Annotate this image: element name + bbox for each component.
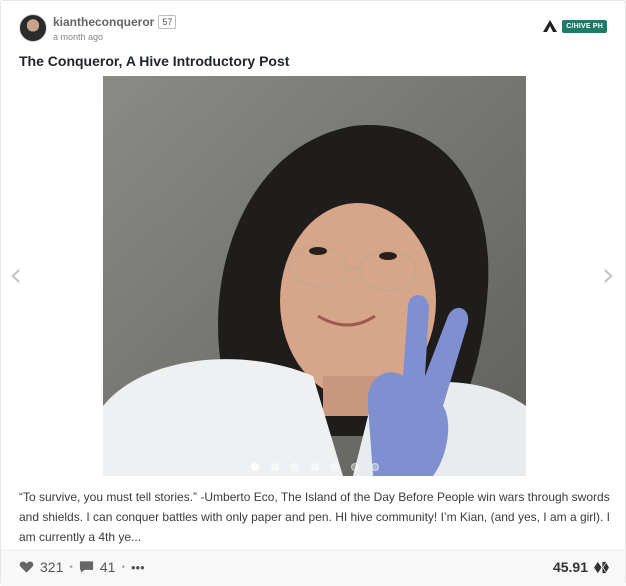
payout-value[interactable]: 45.91 [553, 559, 588, 575]
payout[interactable]: 45.91 [553, 559, 609, 575]
carousel-dot[interactable] [291, 463, 299, 471]
post-image[interactable] [103, 76, 526, 476]
community-tag[interactable]: C/HIVE PH [542, 19, 607, 33]
post-title[interactable]: The Conqueror, A Hive Introductory Post [19, 53, 289, 69]
carousel-dots [251, 463, 379, 471]
carousel-dot[interactable] [251, 463, 259, 471]
comment-count[interactable]: 41 [100, 559, 116, 575]
avatar[interactable] [19, 14, 47, 42]
reputation-badge: 57 [158, 15, 177, 29]
post-stats: 321 • 41 • ••• [19, 559, 145, 575]
chevron-right-icon[interactable]: › [601, 258, 615, 292]
heart-icon[interactable] [19, 560, 34, 574]
carousel-dot[interactable] [271, 463, 279, 471]
author-block: kiantheconqueror 57 a month ago [53, 13, 177, 42]
post-excerpt[interactable]: “To survive, you must tell stories.” -Um… [19, 487, 611, 547]
community-badge[interactable]: C/HIVE PH [562, 19, 607, 33]
post-header: kiantheconqueror 57 a month ago C/HIVE PH [19, 13, 607, 43]
carousel-dot[interactable] [311, 463, 319, 471]
community-logo-icon [543, 20, 558, 32]
chevron-left-icon[interactable]: ‹ [9, 258, 23, 292]
carousel-dot[interactable] [331, 463, 339, 471]
carousel-dot[interactable] [351, 463, 359, 471]
post-timestamp[interactable]: a month ago [53, 32, 176, 42]
post-card: kiantheconqueror 57 a month ago C/HIVE PH… [0, 0, 626, 586]
separator-dot: • [69, 561, 73, 573]
portrait-photo [103, 76, 526, 476]
separator-dot: • [121, 561, 125, 573]
more-options-icon[interactable]: ••• [131, 560, 145, 575]
comment-icon[interactable] [79, 560, 94, 574]
hive-icon [594, 561, 609, 573]
post-footer: 321 • 41 • ••• 45.91 [1, 550, 625, 586]
carousel-dot[interactable] [371, 463, 379, 471]
author-name[interactable]: kiantheconqueror [53, 15, 154, 29]
vote-count[interactable]: 321 [40, 559, 63, 575]
